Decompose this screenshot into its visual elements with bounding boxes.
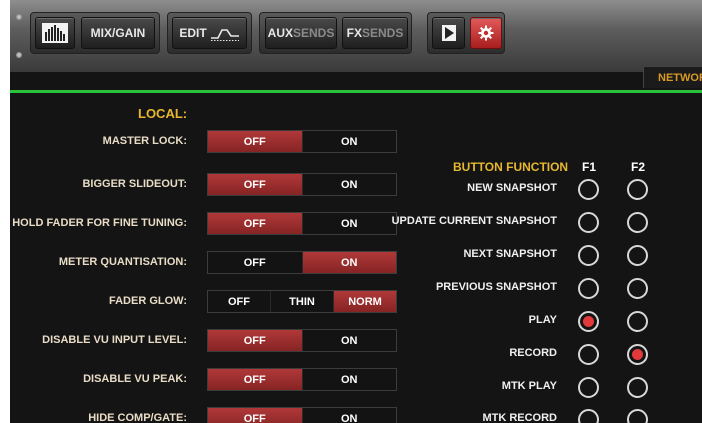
setting-toggle: OFF THIN NORM bbox=[207, 290, 397, 313]
setting-label: FADER GLOW: bbox=[108, 295, 187, 307]
toggle-option-off[interactable]: OFF bbox=[208, 213, 302, 234]
radio-f1[interactable] bbox=[578, 212, 599, 233]
radio-f2[interactable] bbox=[627, 245, 648, 266]
toggle-option-off[interactable]: OFF bbox=[208, 330, 302, 351]
setting-label: DISABLE VU PEAK: bbox=[83, 373, 187, 385]
radio-f1[interactable] bbox=[578, 377, 599, 398]
radio-f2[interactable] bbox=[627, 344, 648, 365]
radio-selected-dot bbox=[632, 349, 643, 360]
setting-label: HOLD FADER FOR FINE TUNING: bbox=[12, 217, 187, 229]
radio-f1[interactable] bbox=[578, 179, 599, 200]
eq-curve-icon bbox=[210, 29, 239, 41]
radio-f1[interactable] bbox=[578, 278, 599, 299]
button-function-label: RECORD bbox=[509, 347, 557, 359]
button-function-title: BUTTON FUNCTION bbox=[453, 160, 569, 174]
button-function-label: PREVIOUS SNAPSHOT bbox=[435, 281, 557, 293]
meter-bars-icon bbox=[42, 23, 68, 43]
edit-label: EDIT bbox=[179, 26, 207, 40]
radio-f2[interactable] bbox=[627, 278, 648, 299]
settings-button[interactable] bbox=[470, 17, 502, 49]
toggle-option-off[interactable]: OFF bbox=[208, 408, 302, 423]
radio-f1[interactable] bbox=[578, 344, 599, 365]
button-function-label: NEXT SNAPSHOT bbox=[463, 248, 557, 260]
fx-sends-button[interactable]: FX SENDS bbox=[342, 17, 408, 49]
active-tab-indicator bbox=[10, 90, 702, 93]
toggle-option-off[interactable]: OFF bbox=[208, 131, 302, 152]
radio-f1[interactable] bbox=[578, 245, 599, 266]
local-section-title: LOCAL: bbox=[138, 106, 188, 121]
edit-button[interactable]: EDIT bbox=[172, 17, 247, 49]
toggle-option-off[interactable]: OFF bbox=[208, 252, 302, 273]
toggle-option-thin[interactable]: THIN bbox=[270, 291, 333, 312]
toggle-option-norm[interactable]: NORM bbox=[333, 291, 396, 312]
button-function-label: NEW SNAPSHOT bbox=[467, 182, 557, 194]
meters-button[interactable] bbox=[35, 17, 75, 49]
aux-sends-suffix: SENDS bbox=[293, 26, 335, 40]
button-function-label: MTK RECORD bbox=[482, 412, 557, 423]
screw-icon bbox=[16, 52, 22, 58]
app-frame: MIX/GAIN EDIT AUX SENDS FX SENDS NETWO L… bbox=[10, 0, 702, 423]
button-function-label: UPDATE CURRENT SNAPSHOT bbox=[391, 215, 557, 227]
fx-sends-suffix: SENDS bbox=[362, 26, 404, 40]
toolbar: MIX/GAIN EDIT AUX SENDS FX SENDS bbox=[10, 0, 702, 72]
radio-f1[interactable] bbox=[578, 409, 599, 423]
toggle-option-off[interactable]: OFF bbox=[208, 174, 302, 195]
aux-sends-button[interactable]: AUX SENDS bbox=[265, 17, 337, 49]
fx-label: FX bbox=[346, 26, 362, 40]
toggle-option-off[interactable]: OFF bbox=[208, 291, 270, 312]
setting-label: DISABLE VU INPUT LEVEL: bbox=[42, 334, 187, 346]
button-function-label: PLAY bbox=[528, 314, 557, 326]
radio-f1[interactable] bbox=[578, 311, 599, 332]
radio-f2[interactable] bbox=[627, 212, 648, 233]
setting-toggle: OFF ON bbox=[207, 130, 397, 153]
setting-label: METER QUANTISATION: bbox=[58, 256, 187, 268]
radio-selected-dot bbox=[583, 316, 594, 327]
aux-label: AUX bbox=[267, 26, 293, 40]
column-f2: F2 bbox=[631, 160, 646, 174]
radio-f2[interactable] bbox=[627, 377, 648, 398]
tab-network[interactable]: NETWORK bbox=[643, 66, 702, 88]
gear-icon bbox=[478, 25, 494, 41]
screw-icon bbox=[16, 14, 22, 20]
toggle-option-on[interactable]: ON bbox=[301, 131, 397, 152]
mix-gain-button[interactable]: MIX/GAIN bbox=[81, 17, 155, 49]
toggle-option-off[interactable]: OFF bbox=[208, 369, 302, 390]
button-function-label: MTK PLAY bbox=[501, 380, 557, 392]
setting-label: MASTER LOCK: bbox=[102, 135, 187, 147]
setting-label: BIGGER SLIDEOUT: bbox=[82, 178, 187, 190]
mix-gain-label: MIX/GAIN bbox=[90, 26, 146, 40]
setting-label: HIDE COMP/GATE: bbox=[88, 412, 187, 423]
column-f1: F1 bbox=[582, 160, 597, 174]
play-icon bbox=[441, 25, 456, 41]
radio-f2[interactable] bbox=[627, 179, 648, 200]
play-button[interactable] bbox=[432, 17, 465, 49]
radio-f2[interactable] bbox=[627, 409, 648, 423]
radio-f2[interactable] bbox=[627, 311, 648, 332]
